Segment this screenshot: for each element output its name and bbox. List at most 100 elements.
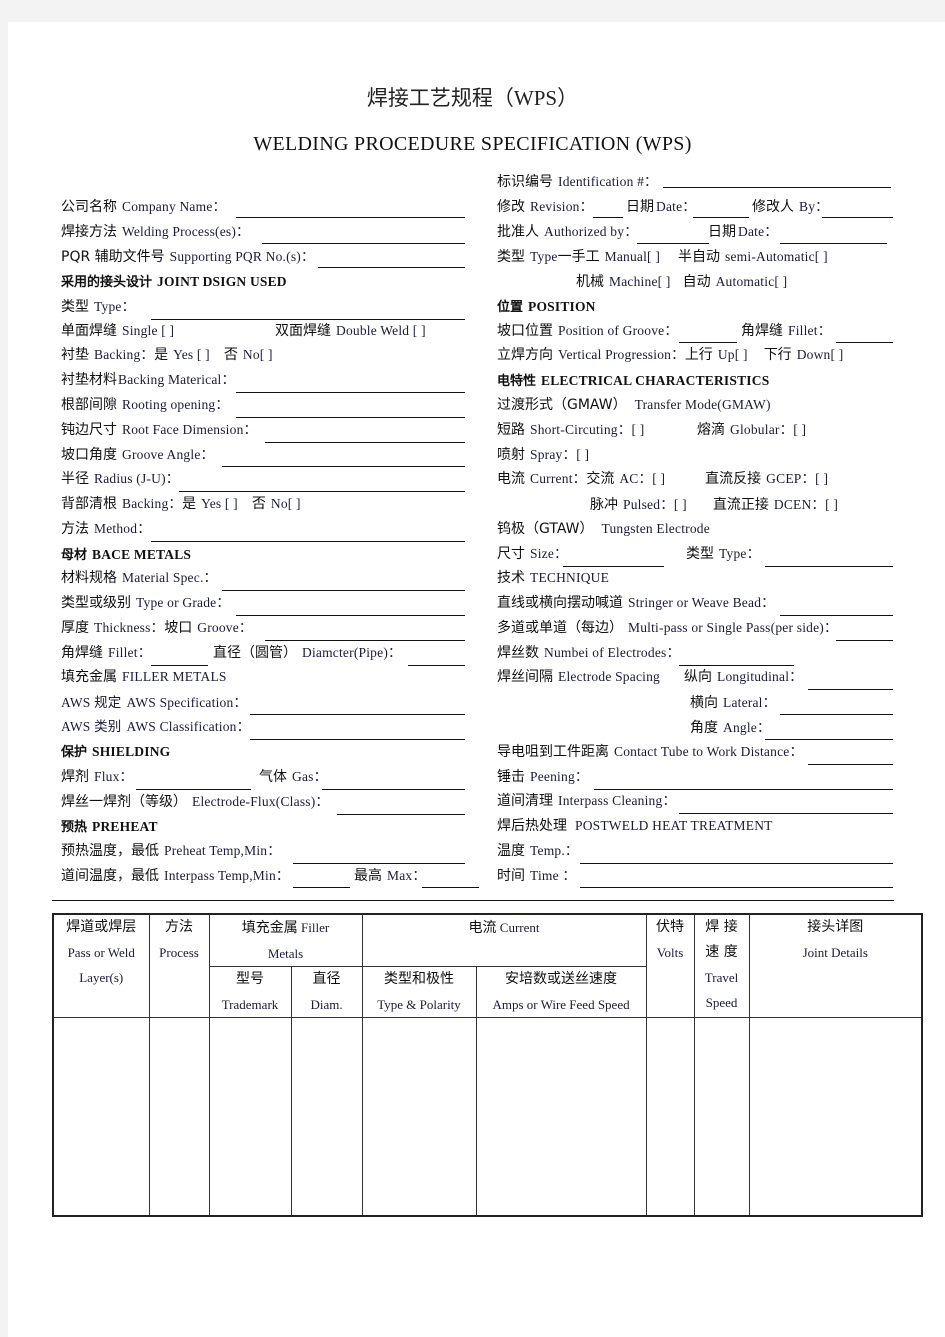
cell-travel-speed[interactable]: [693, 1017, 750, 1216]
backing-yes-checkbox[interactable]: Yes [ ]: [173, 347, 210, 362]
electrode-type-label: 类型 Type：: [686, 546, 761, 562]
cell-type-polarity[interactable]: [361, 1017, 477, 1216]
position-heading: 位置 POSITION: [497, 299, 596, 315]
double-weld-checkbox[interactable]: Double Weld [ ]: [336, 323, 426, 338]
cell-process[interactable]: [148, 1017, 210, 1216]
joint-design-heading: 采用的接头设计 JOINT DSIGN USED: [61, 274, 287, 290]
revision-date-field[interactable]: [693, 217, 749, 218]
aws-class-label: AWS 类别 AWS Classification：: [61, 719, 251, 734]
fillet-position-field[interactable]: [836, 342, 893, 343]
back-gouging-yes-checkbox[interactable]: Yes [ ]: [201, 496, 238, 511]
dcep-checkbox[interactable]: GCEP：[ ]: [766, 471, 828, 486]
revised-by-label: 修改人 By：: [752, 199, 829, 215]
backing-material-field[interactable]: [236, 392, 465, 393]
groove-position-field[interactable]: [679, 342, 737, 343]
preheat-heading: 预热 PREHEAT: [61, 819, 158, 835]
cell-joint-details[interactable]: [748, 1017, 923, 1216]
contact-tube-field[interactable]: [808, 764, 893, 765]
filler-metals-heading: 填充金属 FILLER METALS: [61, 669, 227, 685]
interpass-cleaning-label: 道间清理 Interpass Cleaning：: [497, 793, 677, 809]
current-row: 电流 Current：交流 AC：[ ] 直流反接 GCEP：[ ]: [497, 471, 829, 487]
angle-field[interactable]: [765, 739, 893, 740]
base-metals-heading: 母材 BACE METALS: [61, 547, 192, 563]
electrode-type-field[interactable]: [765, 566, 893, 567]
radius-field[interactable]: [179, 491, 465, 492]
root-face-field[interactable]: [265, 442, 465, 443]
identification-field[interactable]: [663, 187, 891, 188]
transfer-mode-label: 过渡形式（GMAW） Transfer Mode(GMAW): [497, 397, 771, 413]
electrode-spacing-label: 焊丝间隔 Electrode Spacing 纵向 Longitudinal：: [497, 669, 803, 685]
material-spec-label: 材料规格 Material Spec.：: [61, 570, 218, 586]
type-grade-field[interactable]: [236, 615, 465, 616]
short-circuiting-checkbox[interactable]: Short-Circuting：[ ]: [530, 422, 644, 437]
manual-checkbox[interactable]: Manual[ ]: [605, 249, 660, 264]
vertical-up-checkbox[interactable]: Up[ ]: [718, 347, 748, 362]
electrode-flux-field[interactable]: [337, 814, 465, 815]
table-header-row-1: 焊道或焊层 Pass or Weld Layer(s) 方法 Process 填…: [52, 913, 923, 1018]
pulsed-checkbox[interactable]: Pulsed：[ ]: [623, 497, 687, 512]
cell-trademark[interactable]: [208, 1017, 292, 1216]
root-face-label: 钝边尺寸 Root Face Dimension：: [61, 422, 258, 438]
vertical-down-checkbox[interactable]: Down[ ]: [797, 347, 844, 362]
revision-field[interactable]: [593, 217, 623, 218]
cell-pass[interactable]: [52, 1017, 150, 1216]
pipe-diameter-label: 直径（圆管） Diamcter(Pipe)：: [213, 645, 402, 661]
revision-date-label: 日期 Date：: [626, 199, 696, 215]
dcen-checkbox[interactable]: DCEN：[ ]: [774, 497, 838, 512]
single-weld-label: 单面焊缝 Single [ ]: [61, 323, 175, 339]
gas-field[interactable]: [322, 789, 465, 790]
welding-process-field[interactable]: [262, 243, 465, 244]
preheat-temp-field[interactable]: [293, 863, 465, 864]
backing-material-label: 衬垫材料Backing Materical：: [61, 372, 236, 388]
multipass-label: 多道或单道（每边） Multi-pass or Single Pass(per s…: [497, 620, 838, 636]
longitudinal-field[interactable]: [808, 689, 893, 690]
interpass-max-field[interactable]: [422, 887, 479, 888]
flux-label: 焊剂 Flux：: [61, 769, 134, 785]
authorized-by-field[interactable]: [637, 243, 709, 244]
interpass-max-label: 最高 Max：: [354, 868, 427, 884]
identification-label: 标识编号 Identification #：: [497, 174, 658, 190]
spray-label: 喷射 Spray：[ ]: [497, 447, 590, 463]
title-chinese: 焊接工艺规程（WPS）: [366, 86, 579, 110]
cell-diameter[interactable]: [290, 1017, 363, 1216]
backing-row: 衬垫 Backing：是 Yes [ ] 否 No[ ]: [61, 347, 273, 363]
header-trademark: 型号 Trademark: [208, 966, 292, 1018]
interpass-min-field[interactable]: [293, 887, 350, 888]
machine-checkbox[interactable]: Machine[ ]: [609, 274, 671, 289]
cell-volts[interactable]: [645, 1017, 695, 1216]
header-process: 方法 Process: [148, 913, 210, 1018]
cell-amps[interactable]: [475, 1017, 647, 1216]
joint-type-label: 类型 Type：: [61, 299, 136, 315]
authorized-date-field[interactable]: [780, 243, 887, 244]
interpass-cleaning-field[interactable]: [679, 813, 893, 814]
groove-angle-field[interactable]: [222, 466, 465, 467]
stringer-weave-field[interactable]: [780, 615, 893, 616]
spray-checkbox[interactable]: Spray：[ ]: [530, 447, 589, 462]
lateral-field[interactable]: [780, 714, 893, 715]
authorized-date-label: 日期 Date：: [708, 224, 778, 240]
company-name-field[interactable]: [236, 217, 465, 218]
ac-checkbox[interactable]: AC：[ ]: [619, 471, 665, 486]
backing-no-checkbox[interactable]: No[ ]: [243, 347, 273, 362]
semi-automatic-checkbox[interactable]: semi-Automatic[ ]: [725, 249, 828, 264]
pipe-diameter-field[interactable]: [408, 665, 465, 666]
material-spec-field[interactable]: [222, 590, 465, 591]
globular-checkbox[interactable]: Globular：[ ]: [730, 422, 806, 437]
aws-class-field[interactable]: [250, 739, 465, 740]
lateral-label: 横向 Lateral：: [690, 695, 777, 711]
pqr-field[interactable]: [318, 267, 465, 268]
pwht-time-field[interactable]: [580, 887, 893, 888]
automatic-checkbox[interactable]: Automatic[ ]: [716, 274, 788, 289]
thickness-groove-field[interactable]: [265, 640, 465, 641]
single-weld-checkbox[interactable]: Single [ ]: [122, 323, 174, 338]
contact-tube-label: 导电咀到工件距离 Contact Tube to Work Distance：: [497, 744, 804, 760]
root-opening-field[interactable]: [236, 417, 465, 418]
company-name-label: 公司名称 Company Name：: [61, 199, 227, 215]
flux-field[interactable]: [136, 789, 251, 790]
pwht-temp-field[interactable]: [580, 863, 893, 864]
aws-spec-field[interactable]: [250, 714, 465, 715]
multipass-field[interactable]: [836, 640, 893, 641]
back-gouging-no-checkbox[interactable]: No[ ]: [271, 496, 301, 511]
method-field[interactable]: [151, 541, 465, 542]
revised-by-field[interactable]: [822, 217, 893, 218]
